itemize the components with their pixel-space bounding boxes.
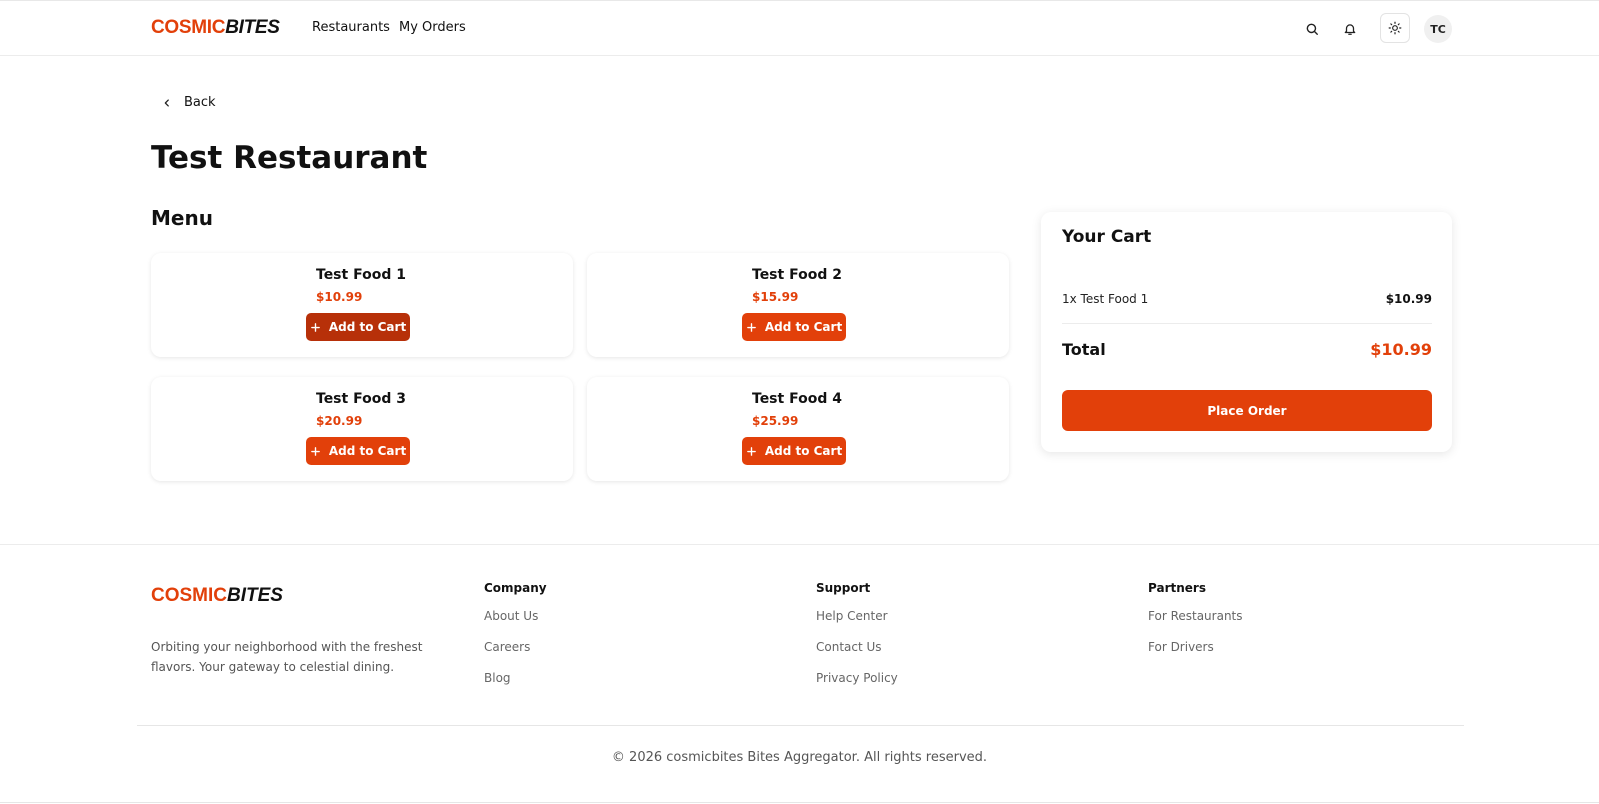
search-button[interactable] [1297,14,1327,44]
add-to-cart-button[interactable]: Add to Cart [742,437,846,465]
footer-column-title: Partners [1148,581,1206,595]
footer-link-for-restaurants[interactable]: For Restaurants [1148,609,1243,626]
footer-link-contact-us[interactable]: Contact Us [816,640,898,657]
add-to-cart-label: Add to Cart [328,444,407,458]
plus-icon [746,322,756,332]
nav-restaurants[interactable]: Restaurants [312,20,390,35]
cart-divider [1062,323,1432,324]
footer-divider [137,725,1464,726]
chevron-left-icon [164,98,169,107]
footer-link-for-drivers[interactable]: For Drivers [1148,640,1243,657]
add-to-cart-label: Add to Cart [764,444,843,458]
footer-logo-cosmic: COSMIC [151,585,227,606]
cart-title: Your Cart [1062,227,1152,247]
footer-logo[interactable]: COSMICBITES [151,585,283,607]
food-price: $20.99 [316,414,363,428]
footer-tagline: Orbiting your neighborhood with the fres… [151,640,423,674]
footer-logo-bites: BITES [227,585,283,606]
footer-link-privacy-policy[interactable]: Privacy Policy [816,671,898,688]
food-name: Test Food 2 [752,267,842,283]
bell-icon [1344,24,1356,35]
avatar[interactable]: TC [1424,15,1452,43]
plus-icon [310,322,320,332]
restaurant-title: Test Restaurant [151,140,428,176]
footer-column-partners: Partners For Restaurants For Drivers [1148,581,1243,671]
add-to-cart-label: Add to Cart [764,320,843,334]
food-price: $15.99 [752,290,799,304]
add-to-cart-button[interactable]: Add to Cart [306,313,410,341]
plus-icon [310,446,320,456]
food-price: $25.99 [752,414,799,428]
back-label: Back [184,95,216,110]
plus-icon [746,446,756,456]
food-price: $10.99 [316,290,363,304]
food-card: Test Food 4 $25.99 Add to Cart [587,377,1009,481]
sun-icon [1388,21,1402,35]
place-order-button[interactable]: Place Order [1062,390,1432,431]
add-to-cart-button[interactable]: Add to Cart [742,313,846,341]
logo-cosmic: COSMIC [151,17,226,38]
nav-my-orders[interactable]: My Orders [399,20,466,35]
notifications-button[interactable] [1335,14,1365,44]
add-to-cart-button[interactable]: Add to Cart [306,437,410,465]
cart-item-price: $10.99 [1385,292,1432,306]
footer-column-title: Company [484,581,547,595]
food-name: Test Food 1 [316,267,406,283]
total-value: $10.99 [1370,340,1432,359]
back-button[interactable]: Back [162,95,216,110]
footer-link-help-center[interactable]: Help Center [816,609,898,626]
food-card: Test Food 3 $20.99 Add to Cart [151,377,573,481]
food-name: Test Food 4 [752,391,842,407]
footer-column-company: Company About Us Careers Blog [484,581,547,702]
footer-link-about-us[interactable]: About Us [484,609,547,626]
menu-heading: Menu [151,206,213,230]
footer-column-title: Support [816,581,871,595]
footer: COSMICBITES Orbiting your neighborhood w… [0,544,1599,804]
search-icon [1306,23,1318,35]
cart-panel: Your Cart 1x Test Food 1 $10.99 Total $1… [1041,212,1452,452]
theme-toggle-button[interactable] [1380,13,1410,43]
logo-bites: BITES [225,17,280,38]
footer-column-support: Support Help Center Contact Us Privacy P… [816,581,898,702]
cart-item-label: 1x Test Food 1 [1062,292,1149,306]
footer-link-blog[interactable]: Blog [484,671,547,688]
total-label: Total [1062,340,1106,359]
add-to-cart-label: Add to Cart [328,320,407,334]
food-card: Test Food 1 $10.99 Add to Cart [151,253,573,357]
food-card: Test Food 2 $15.99 Add to Cart [587,253,1009,357]
logo[interactable]: COSMICBITES [151,17,280,39]
footer-link-careers[interactable]: Careers [484,640,547,657]
top-navbar: COSMICBITES Restaurants My Orders TC [0,0,1599,56]
food-name: Test Food 3 [316,391,406,407]
copyright-text: © 2026 cosmicbites Bites Aggregator. All… [611,750,988,765]
page-bottom-border [0,802,1599,803]
